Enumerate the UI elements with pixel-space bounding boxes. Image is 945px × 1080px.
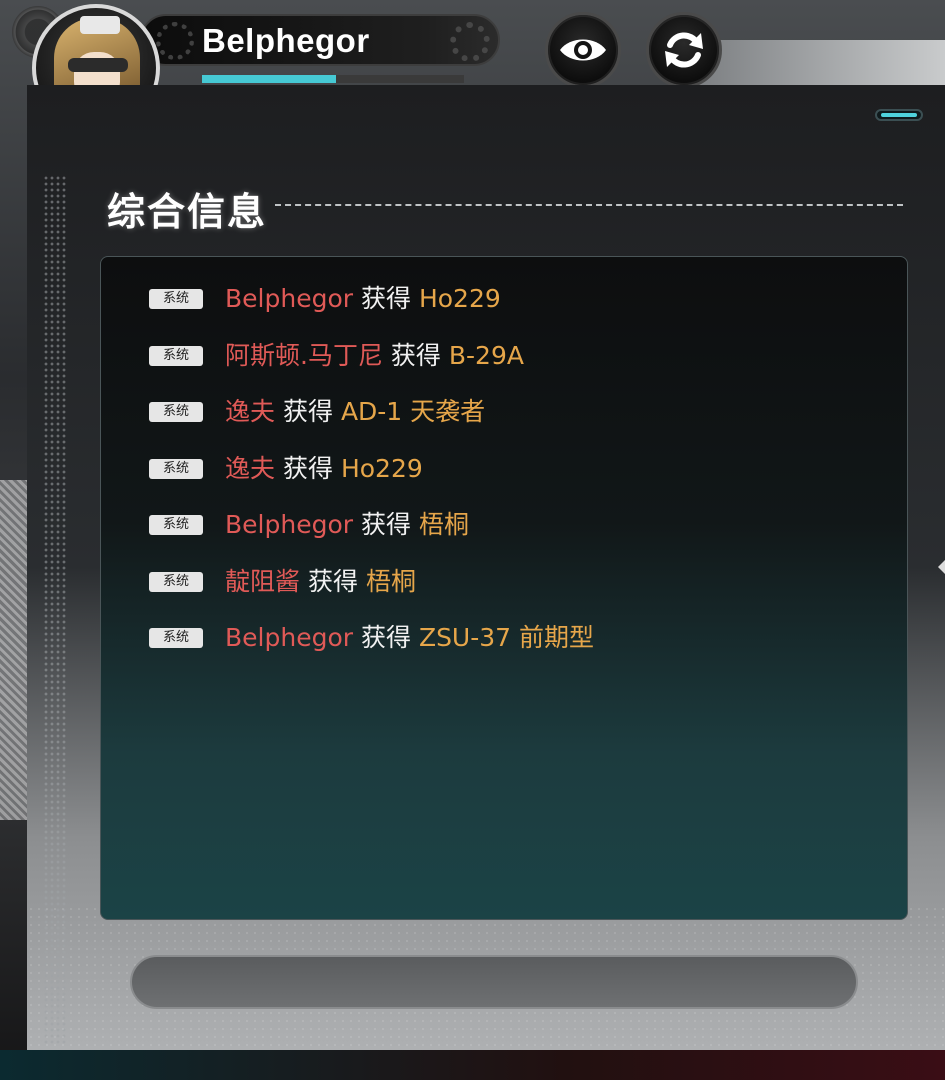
exp-bar bbox=[202, 75, 464, 83]
expand-arrow-icon[interactable] bbox=[938, 560, 945, 574]
eye-icon bbox=[560, 39, 606, 61]
message-item-name[interactable]: 梧桐 bbox=[366, 567, 416, 596]
gear-icon bbox=[156, 22, 194, 60]
avatar-hat bbox=[80, 16, 120, 34]
message-text: Belphegor 获得 ZSU-37 前期型 bbox=[225, 618, 594, 658]
message-item-name[interactable]: AD-1 天袭者 bbox=[341, 397, 485, 426]
message-row[interactable]: 系统 靛阻酱 获得 梧桐 bbox=[149, 562, 416, 602]
system-tag: 系统 bbox=[149, 515, 203, 535]
message-action: 获得 bbox=[360, 284, 411, 313]
message-item-name[interactable]: B-29A bbox=[449, 341, 524, 370]
message-row[interactable]: 系统 逸夫 获得 Ho229 bbox=[149, 449, 423, 489]
message-player-name[interactable]: 逸夫 bbox=[225, 454, 275, 483]
message-player-name[interactable]: 靛阻酱 bbox=[225, 567, 300, 596]
info-panel: 综合信息 系统 Belphegor 获得 Ho229 系统 阿斯顿.马丁尼 获得 B-… bbox=[27, 85, 945, 1050]
message-action: 获得 bbox=[307, 566, 358, 596]
message-text: 逸夫 获得 Ho229 bbox=[225, 449, 423, 489]
message-item-name[interactable]: 梧桐 bbox=[419, 510, 469, 539]
message-text: 阿斯顿.马丁尼 获得 B-29A bbox=[225, 336, 524, 376]
system-tag: 系统 bbox=[149, 628, 203, 648]
background-bottom-strip bbox=[0, 1050, 945, 1080]
message-list[interactable]: 系统 Belphegor 获得 Ho229 系统 阿斯顿.马丁尼 获得 B-29A 系统… bbox=[100, 256, 908, 920]
message-player-name[interactable]: 逸夫 bbox=[225, 397, 275, 426]
refresh-button[interactable] bbox=[646, 12, 722, 88]
player-name: Belphegor bbox=[202, 22, 370, 59]
message-action: 获得 bbox=[282, 397, 333, 426]
message-player-name[interactable]: Belphegor bbox=[225, 510, 353, 539]
title-divider bbox=[275, 204, 903, 206]
message-text: 靛阻酱 获得 梧桐 bbox=[225, 562, 416, 602]
message-item-name[interactable]: Ho229 bbox=[341, 454, 423, 483]
view-button[interactable] bbox=[545, 12, 621, 88]
message-player-name[interactable]: Belphegor bbox=[225, 623, 353, 652]
message-row[interactable]: 系统 Belphegor 获得 Ho229 bbox=[149, 279, 501, 319]
message-row[interactable]: 系统 阿斯顿.马丁尼 获得 B-29A bbox=[149, 336, 524, 376]
message-item-name[interactable]: Ho229 bbox=[419, 284, 501, 313]
system-tag: 系统 bbox=[149, 289, 203, 309]
panel-title: 综合信息 bbox=[107, 189, 268, 234]
system-tag: 系统 bbox=[149, 402, 203, 422]
message-action: 获得 bbox=[360, 510, 411, 539]
chat-input[interactable] bbox=[130, 955, 858, 1009]
refresh-icon bbox=[665, 32, 703, 68]
system-tag: 系统 bbox=[149, 458, 203, 479]
message-action: 获得 bbox=[390, 340, 441, 370]
message-player-name[interactable]: 阿斯顿.马丁尼 bbox=[225, 341, 383, 370]
system-tag: 系统 bbox=[149, 345, 203, 366]
panel-collapse-button[interactable] bbox=[875, 109, 923, 121]
message-text: Belphegor 获得 Ho229 bbox=[225, 279, 501, 319]
player-name-bar: Belphegor bbox=[140, 14, 500, 66]
message-action: 获得 bbox=[360, 623, 411, 652]
message-text: 逸夫 获得 AD-1 天袭者 bbox=[225, 392, 485, 432]
message-row[interactable]: 系统 Belphegor 获得 ZSU-37 前期型 bbox=[149, 618, 594, 658]
exp-bar-fill bbox=[202, 75, 336, 83]
message-item-name[interactable]: ZSU-37 前期型 bbox=[419, 623, 594, 652]
avatar-goggles bbox=[68, 58, 128, 72]
message-text: Belphegor 获得 梧桐 bbox=[225, 505, 469, 545]
system-tag: 系统 bbox=[149, 571, 203, 592]
message-row[interactable]: 系统 Belphegor 获得 梧桐 bbox=[149, 505, 469, 545]
message-action: 获得 bbox=[282, 453, 333, 483]
message-row[interactable]: 系统 逸夫 获得 AD-1 天袭者 bbox=[149, 392, 485, 432]
message-player-name[interactable]: Belphegor bbox=[225, 284, 353, 313]
gear-icon bbox=[450, 22, 490, 62]
